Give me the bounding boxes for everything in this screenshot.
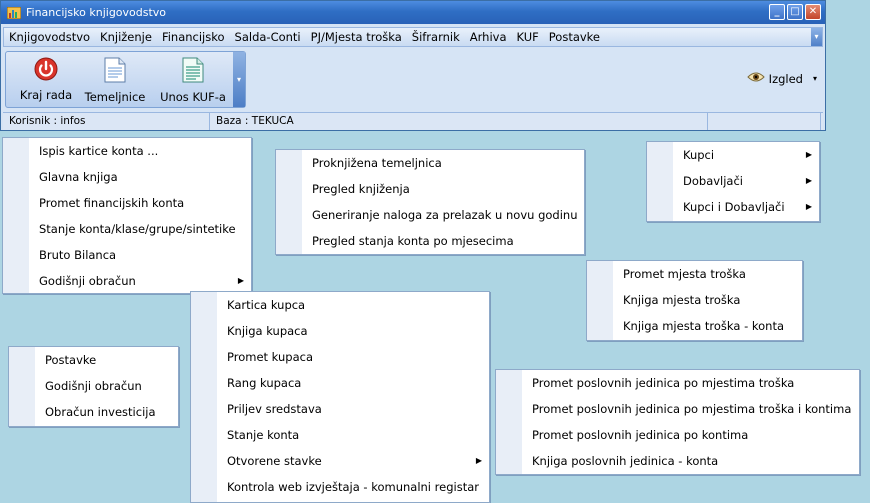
menu-item-promet-pj-mjesta-troska-konta[interactable]: Promet poslovnih jedinica po mjestima tr…: [496, 396, 859, 422]
menu-item-knjiga-pj-konta[interactable]: Knjiga poslovnih jedinica - konta: [496, 448, 859, 474]
menu-item-dobavljaci[interactable]: Dobavljači ▶: [647, 168, 819, 194]
menu-item-promet-financijskih-konta[interactable]: Promet financijskih konta: [3, 190, 251, 216]
menu-item-promet-pj-konta[interactable]: Promet poslovnih jedinica po kontima: [496, 422, 859, 448]
toolbar-overflow-chevron-icon[interactable]: ▾: [233, 52, 245, 107]
menu-salda-conti[interactable]: Salda-Conti: [230, 30, 306, 44]
menu-item-kupci[interactable]: Kupci ▶: [647, 142, 819, 168]
menu-financijsko[interactable]: Financijsko: [157, 30, 230, 44]
submenu-arrow-icon: ▶: [805, 176, 812, 185]
minimize-button[interactable]: _: [769, 4, 785, 20]
status-empty-cell: [708, 113, 821, 130]
submenu-arrow-icon: ▶: [805, 202, 812, 211]
menu-bar: Knjigovodstvo Knjiženje Financijsko Sald…: [3, 27, 823, 47]
menu-item-pregled-stanja-konta[interactable]: Pregled stanja konta po mjesecima: [276, 228, 584, 254]
menu-item-ispis-kartice-konta[interactable]: Ispis kartice konta ...: [3, 138, 251, 164]
menu-item-proknjizena-temeljnica[interactable]: Proknjižena temeljnica: [276, 150, 584, 176]
menu-popup-postavke: Postavke Godišnji obračun Obračun invest…: [8, 346, 179, 427]
menu-postavke[interactable]: Postavke: [544, 30, 605, 44]
toolbar: Kraj rada Temeljnice Unos KUF-a ▾: [5, 51, 246, 108]
menu-item-pregled-knjizenja[interactable]: Pregled knjiženja: [276, 176, 584, 202]
title-bar[interactable]: Financijsko knjigovodstvo _ □ ✕: [1, 1, 825, 24]
menu-item-glavna-knjiga[interactable]: Glavna knjiga: [3, 164, 251, 190]
invoice-icon: [156, 57, 230, 86]
close-button[interactable]: ✕: [805, 4, 821, 20]
temeljnice-button[interactable]: Temeljnice: [82, 54, 148, 106]
status-korisnik: Korisnik : infos: [3, 113, 210, 130]
kraj-rada-label: Kraj rada: [19, 88, 73, 102]
menu-item-promet-pj-mjesta-troska[interactable]: Promet poslovnih jedinica po mjestima tr…: [496, 370, 859, 396]
window-title: Financijsko knjigovodstvo: [26, 6, 167, 19]
menu-item-knjiga-kupaca[interactable]: Knjiga kupaca: [191, 318, 489, 344]
menu-sifrarnik[interactable]: Šifrarnik: [407, 30, 465, 44]
main-window: Financijsko knjigovodstvo _ □ ✕ Knjigovo…: [0, 0, 826, 131]
menu-item-obracun-investicija[interactable]: Obračun investicija: [9, 399, 178, 425]
menu-item-generiranje-naloga[interactable]: Generiranje naloga za prelazak u novu go…: [276, 202, 584, 228]
menu-kuf[interactable]: KUF: [512, 30, 544, 44]
eye-icon: [746, 71, 765, 86]
maximize-button[interactable]: □: [787, 4, 803, 20]
menu-item-label: Otvorene stavke: [227, 454, 322, 468]
izgled-dropdown-icon: ▾: [812, 74, 817, 83]
submenu-arrow-icon: ▶: [805, 150, 812, 159]
document-icon: [82, 57, 148, 86]
submenu-arrow-icon: ▶: [475, 456, 482, 465]
menu-item-kontrola-web-izvjestaja[interactable]: Kontrola web izvještaja - komunalni regi…: [191, 474, 489, 500]
menu-popup-knjigovodstvo: Ispis kartice konta ... Glavna knjiga Pr…: [2, 137, 252, 294]
power-icon: [14, 57, 78, 84]
menu-overflow-chevron-icon[interactable]: ▾: [811, 28, 822, 46]
status-baza: Baza : TEKUCA: [210, 113, 708, 130]
menu-item-otvorene-stavke[interactable]: Otvorene stavke ▶: [191, 448, 489, 474]
menu-item-rang-kupaca[interactable]: Rang kupaca: [191, 370, 489, 396]
menu-item-priljev-sredstava[interactable]: Priljev sredstava: [191, 396, 489, 422]
menu-popup-knjizenje: Proknjižena temeljnica Pregled knjiženja…: [275, 149, 585, 255]
menu-popup-poslovne-jedinice: Promet poslovnih jedinica po mjestima tr…: [495, 369, 860, 475]
menu-item-kupci-i-dobavljaci[interactable]: Kupci i Dobavljači ▶: [647, 194, 819, 220]
unos-kuf-label: Unos KUF-a: [160, 90, 226, 104]
menu-item-label: Kupci: [683, 148, 715, 162]
menu-knjigovodstvo[interactable]: Knjigovodstvo: [4, 30, 95, 44]
menu-popup-kupci: Kartica kupca Knjiga kupaca Promet kupac…: [190, 291, 490, 503]
menu-knjizenje[interactable]: Knjiženje: [95, 30, 157, 44]
menu-item-knjiga-mjesta-troska-konta[interactable]: Knjiga mjesta troška - konta: [587, 313, 802, 339]
menu-item-godisnji-obracun-postavke[interactable]: Godišnji obračun: [9, 373, 178, 399]
menu-item-label: Dobavljači: [683, 174, 743, 188]
menu-item-knjiga-mjesta-troska[interactable]: Knjiga mjesta troška: [587, 287, 802, 313]
izgled-button[interactable]: Izgled ▾: [746, 71, 817, 86]
menu-item-promet-mjesta-troska[interactable]: Promet mjesta troška: [587, 261, 802, 287]
menu-popup-mjesta-troska: Promet mjesta troška Knjiga mjesta trošk…: [586, 260, 803, 341]
menu-item-kartica-kupca[interactable]: Kartica kupca: [191, 292, 489, 318]
menu-item-postavke[interactable]: Postavke: [9, 347, 178, 373]
menu-item-label: Kupci i Dobavljači: [683, 200, 785, 214]
menu-arhiva[interactable]: Arhiva: [465, 30, 512, 44]
menu-item-label: Godišnji obračun: [39, 274, 136, 288]
temeljnice-label: Temeljnice: [84, 90, 146, 104]
menu-item-bruto-bilanca[interactable]: Bruto Bilanca: [3, 242, 251, 268]
status-bar: Korisnik : infos Baza : TEKUCA: [3, 112, 823, 130]
menu-item-stanje-konta[interactable]: Stanje konta/klase/grupe/sintetike: [3, 216, 251, 242]
menu-item-promet-kupaca[interactable]: Promet kupaca: [191, 344, 489, 370]
unos-kuf-button[interactable]: Unos KUF-a: [156, 54, 230, 106]
izgled-label: Izgled: [768, 71, 803, 86]
app-icon: [6, 6, 22, 19]
menu-pj-mjesta-troska[interactable]: PJ/Mjesta troška: [306, 30, 407, 44]
menu-item-stanje-konta-kupci[interactable]: Stanje konta: [191, 422, 489, 448]
menu-popup-salda-conti: Kupci ▶ Dobavljači ▶ Kupci i Dobavljači ▶: [646, 141, 820, 222]
kraj-rada-button[interactable]: Kraj rada: [14, 54, 78, 106]
